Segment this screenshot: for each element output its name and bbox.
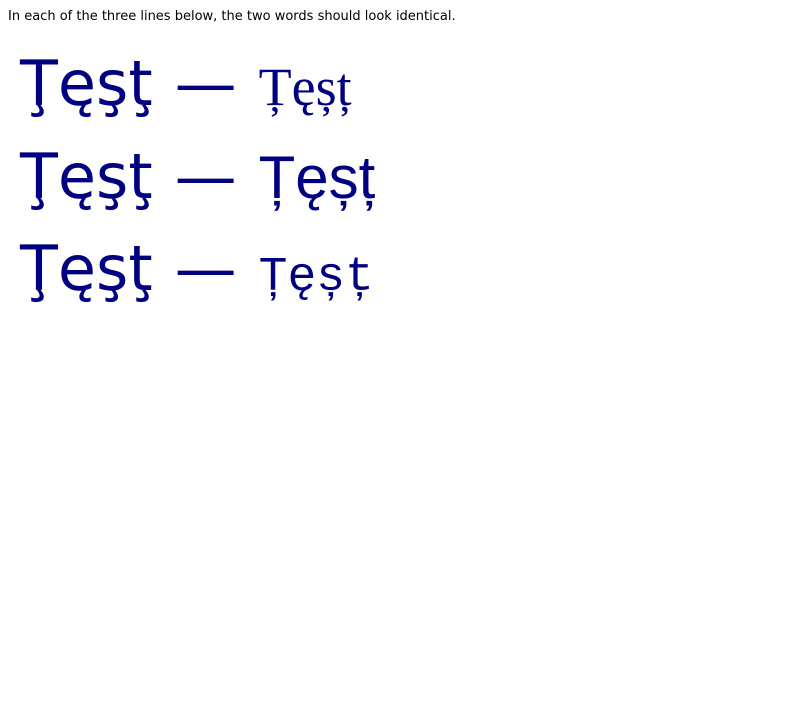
left-word: Ţęşţ bbox=[20, 232, 153, 305]
em-dash-separator: — bbox=[174, 140, 237, 213]
em-dash-separator: — bbox=[174, 232, 237, 305]
right-word-serif: Țęșț bbox=[258, 57, 352, 117]
em-dash-separator: — bbox=[174, 47, 237, 120]
test-line-3: Ţęşţ — Țęșț bbox=[20, 229, 374, 309]
test-page: In each of the three lines below, the tw… bbox=[0, 0, 800, 725]
right-word-sans: Țęșț bbox=[258, 144, 376, 211]
instruction-text: In each of the three lines below, the tw… bbox=[8, 9, 456, 24]
left-word: Ţęşţ bbox=[20, 47, 153, 120]
right-word-mono: Țęșț bbox=[258, 251, 374, 305]
test-line-1: Ţęşţ — Țęșț bbox=[20, 44, 352, 124]
test-line-2: Ţęşţ — Țęșț bbox=[20, 137, 375, 217]
left-word: Ţęşţ bbox=[20, 140, 153, 213]
